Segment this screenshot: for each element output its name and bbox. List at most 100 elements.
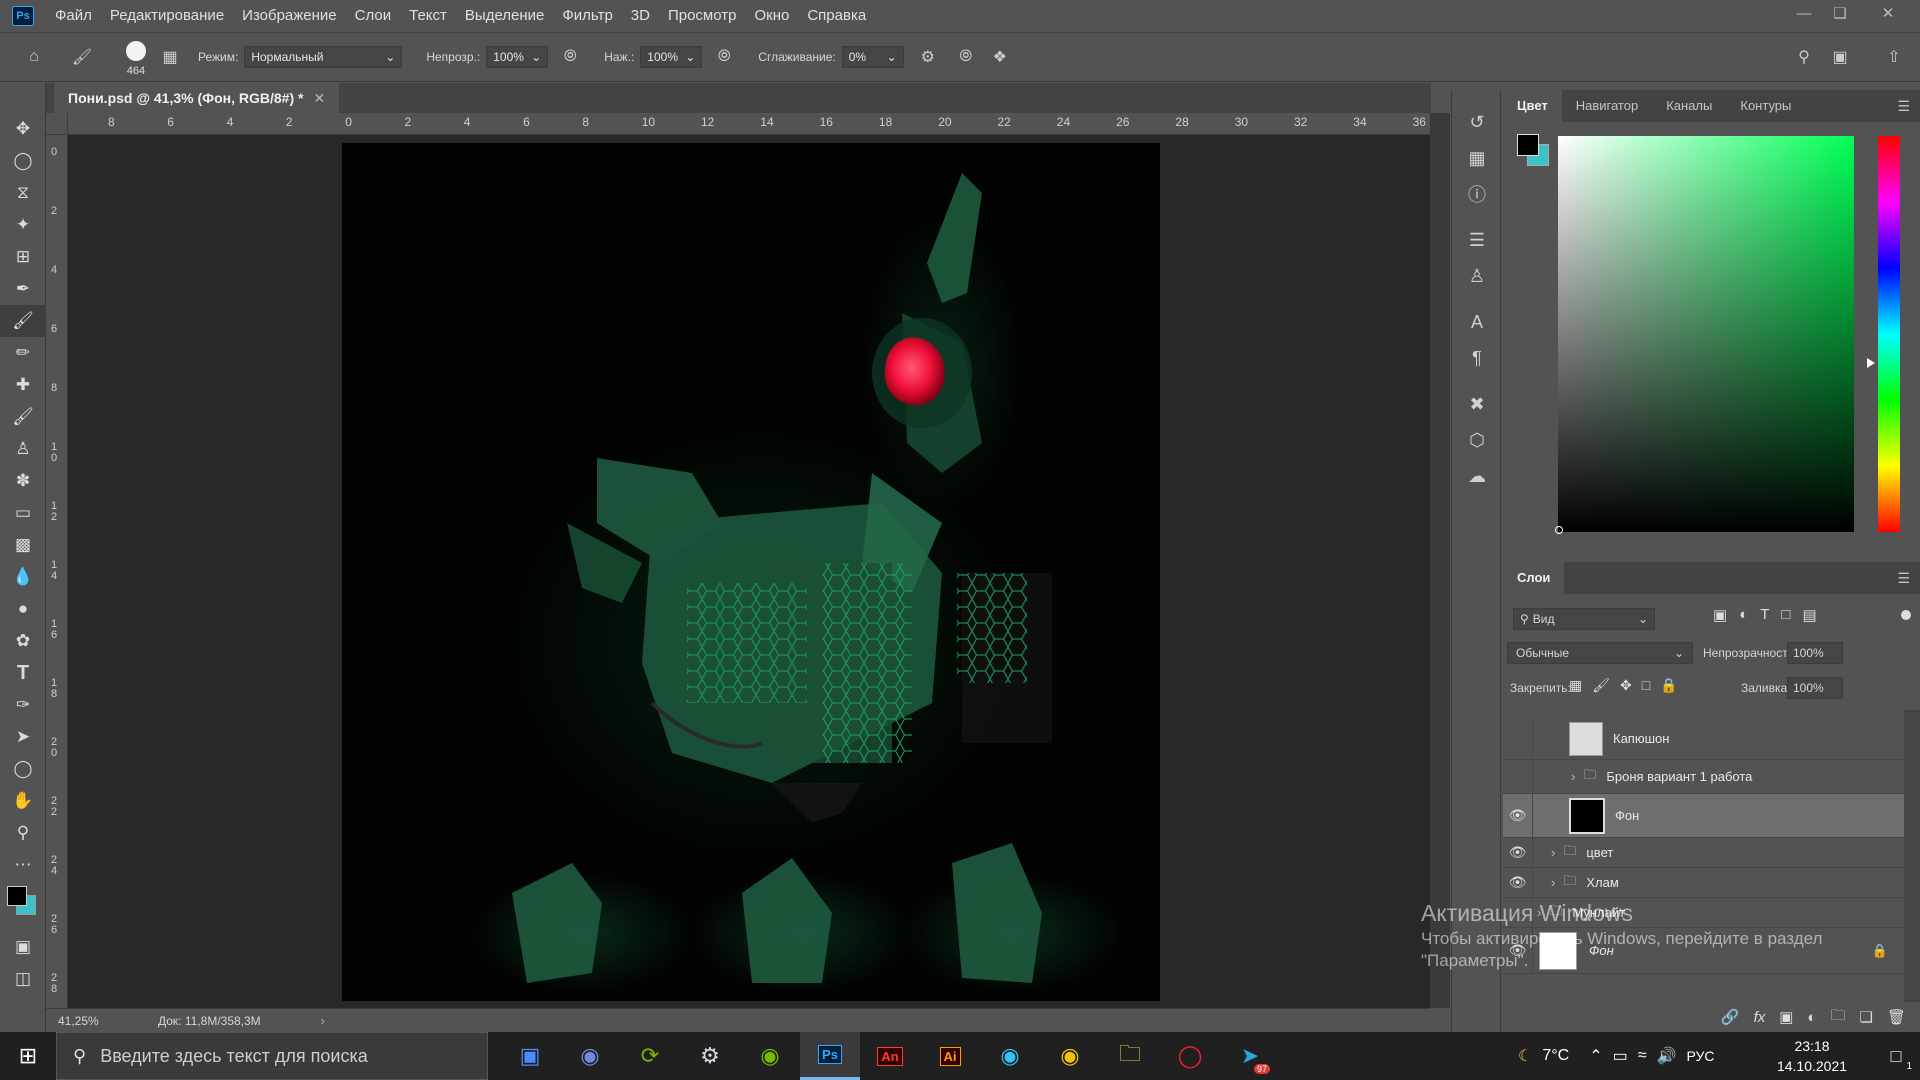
chevron-right-icon[interactable]: › bbox=[321, 1014, 325, 1028]
weather-temperature[interactable]: 7°C bbox=[1542, 1047, 1569, 1065]
menu-select[interactable]: Выделение bbox=[456, 0, 553, 32]
layer-row[interactable]: Капюшон bbox=[1503, 717, 1904, 760]
color-picker-handle[interactable] bbox=[1555, 526, 1563, 534]
layer-filter-select[interactable]: ⚲ Вид ⌄ bbox=[1513, 608, 1655, 630]
menu-layers[interactable]: Слои bbox=[346, 0, 400, 32]
file-explorer-icon[interactable]: 🗀 bbox=[1100, 1032, 1160, 1080]
brush-tool-icon[interactable]: 🖌 bbox=[0, 305, 46, 337]
pen-tool-icon[interactable]: ✑ bbox=[0, 689, 46, 721]
fx-icon[interactable]: fx bbox=[1754, 1009, 1766, 1026]
smart-object-filter-icon[interactable]: ▤ bbox=[1802, 606, 1816, 624]
eye-icon[interactable]: 👁 bbox=[1503, 867, 1533, 898]
3d-icon[interactable]: ⬡ bbox=[1452, 422, 1502, 458]
document-tab[interactable]: Пони.psd @ 41,3% (Фон, RGB/8#) * ✕ bbox=[54, 83, 340, 113]
layer-group-row[interactable]: › 🗀 Броня вариант 1 работа bbox=[1503, 759, 1904, 794]
photoshop-taskbar-icon[interactable]: Ps bbox=[800, 1032, 860, 1080]
tab-navigator[interactable]: Навигатор bbox=[1562, 90, 1652, 122]
layer-row-selected[interactable]: 👁 Фон bbox=[1503, 793, 1904, 838]
healing-brush-icon[interactable]: ✚ bbox=[0, 369, 46, 401]
canvas-scrollbar[interactable] bbox=[1430, 113, 1450, 1008]
layer-group-row[interactable]: 👁 › 🗀 Хлам bbox=[1503, 867, 1904, 898]
panel-menu-icon[interactable]: ☰ bbox=[1897, 570, 1910, 587]
fill-field[interactable]: 100% bbox=[1787, 677, 1843, 699]
layer-group-row[interactable]: 👁 › 🗀 цвет bbox=[1503, 837, 1904, 868]
menu-edit[interactable]: Редактирование bbox=[101, 0, 233, 32]
hue-slider[interactable] bbox=[1878, 136, 1900, 532]
saturation-brightness-field[interactable] bbox=[1558, 136, 1854, 532]
mixer-brush-icon[interactable]: 🖌 bbox=[0, 401, 46, 433]
battery-icon[interactable]: ▭ bbox=[1613, 1046, 1628, 1066]
weather-icon[interactable]: ☾ bbox=[1518, 1046, 1532, 1066]
libraries-icon[interactable]: ☁ bbox=[1452, 458, 1502, 494]
tab-paths[interactable]: Контуры bbox=[1726, 90, 1805, 122]
filter-toggle[interactable] bbox=[1901, 610, 1911, 620]
chevron-right-icon[interactable]: › bbox=[1551, 875, 1555, 890]
path-selection-icon[interactable]: ➤ bbox=[0, 721, 46, 753]
steam-icon[interactable]: ⚙ bbox=[680, 1032, 740, 1080]
info-icon[interactable]: ⓘ bbox=[1452, 176, 1502, 212]
move-tool-icon[interactable]: ✥ bbox=[0, 113, 46, 145]
edge-icon[interactable]: ◉ bbox=[980, 1032, 1040, 1080]
brush-preset-icon[interactable]: 🖌 bbox=[68, 43, 96, 71]
menu-filter[interactable]: Фильтр bbox=[553, 0, 621, 32]
vertical-ruler[interactable]: 0 2 4 6 8 1 0 1 2 1 4 1 6 1 8 2 0 2 2 2 4 2 6 2 8 bbox=[46, 135, 68, 1008]
more-tools-icon[interactable]: ⋯ bbox=[0, 849, 46, 881]
visibility-toggle[interactable] bbox=[1503, 759, 1533, 794]
tab-layers[interactable]: Слои bbox=[1503, 562, 1565, 594]
chrome-icon[interactable]: ◉ bbox=[1040, 1032, 1100, 1080]
lasso-tool-icon[interactable]: ⧖ bbox=[0, 177, 46, 209]
marquee-tool-icon[interactable]: ◯ bbox=[0, 145, 46, 177]
flow-field[interactable]: 100% ⌄ bbox=[640, 46, 703, 68]
discord-icon[interactable]: ◉ bbox=[560, 1032, 620, 1080]
panel-menu-icon[interactable]: ☰ bbox=[1897, 98, 1910, 115]
link-icon[interactable]: 🔗 bbox=[1721, 1008, 1740, 1026]
new-layer-icon[interactable]: ❏ bbox=[1860, 1008, 1873, 1026]
opacity-field[interactable]: 100% ⌄ bbox=[486, 46, 549, 68]
type-tool-icon[interactable]: T bbox=[0, 657, 46, 689]
minimize-icon[interactable]: — bbox=[1786, 0, 1822, 26]
new-group-icon[interactable]: 🗀 bbox=[1830, 1005, 1845, 1030]
shape-filter-icon[interactable]: □ bbox=[1781, 606, 1790, 624]
language-indicator[interactable]: РУС bbox=[1686, 1048, 1714, 1064]
tab-color[interactable]: Цвет bbox=[1503, 90, 1562, 122]
nvidia-icon[interactable]: ◉ bbox=[740, 1032, 800, 1080]
eraser-tool-icon[interactable]: ▭ bbox=[0, 497, 46, 529]
image-filter-icon[interactable]: ▣ bbox=[1713, 606, 1727, 624]
windows-start-icon[interactable]: ⊞ bbox=[0, 1032, 56, 1080]
illustrator-icon[interactable]: Ai bbox=[920, 1032, 980, 1080]
zoom-tool-icon[interactable]: ⚲ bbox=[0, 817, 46, 849]
clone-source-icon[interactable]: ♙ bbox=[1452, 258, 1502, 294]
color-swatches[interactable] bbox=[0, 881, 45, 931]
eye-icon[interactable]: 👁 bbox=[1503, 793, 1533, 838]
telegram-icon[interactable]: ➤ 97 bbox=[1220, 1032, 1280, 1080]
foreground-color-chip[interactable] bbox=[1517, 134, 1539, 156]
menu-window[interactable]: Окно bbox=[745, 0, 798, 32]
menu-file[interactable]: Файл bbox=[46, 0, 101, 32]
menu-help[interactable]: Справка bbox=[798, 0, 875, 32]
zoom-level[interactable]: 41,25% bbox=[58, 1014, 158, 1028]
notification-center[interactable]: □ 1 bbox=[1872, 1032, 1920, 1080]
menu-image[interactable]: Изображение bbox=[233, 0, 346, 32]
clock[interactable]: 23:18 14.10.2021 bbox=[1772, 1036, 1852, 1076]
lock-pixels-icon[interactable]: 🖌 bbox=[1592, 677, 1610, 694]
stamp-tool-icon[interactable]: ♙ bbox=[0, 433, 46, 465]
sponge-tool-icon[interactable]: ✿ bbox=[0, 625, 46, 657]
zoom-app-icon[interactable]: ▣ bbox=[500, 1032, 560, 1080]
chevron-up-icon[interactable]: ⌃ bbox=[1589, 1046, 1602, 1066]
restore-icon[interactable]: ❏ bbox=[1822, 0, 1858, 26]
lock-transparency-icon[interactable]: ▦ bbox=[1569, 677, 1582, 694]
close-icon[interactable]: ✕ bbox=[1870, 0, 1906, 26]
tab-channels[interactable]: Каналы bbox=[1652, 90, 1726, 122]
airbrush-icon[interactable]: ⦾ bbox=[710, 43, 738, 71]
brush-settings-panel-icon[interactable]: ☰ bbox=[1452, 222, 1502, 258]
blend-mode-select[interactable]: Обычные ⌄ bbox=[1507, 642, 1693, 664]
mask-icon[interactable]: ▣ bbox=[1779, 1008, 1793, 1026]
lock-artboard-icon[interactable]: □ bbox=[1642, 677, 1650, 694]
lock-position-icon[interactable]: ✥ bbox=[1620, 677, 1632, 694]
tool-presets-icon[interactable]: ✖ bbox=[1452, 386, 1502, 422]
horizontal-ruler[interactable]: 8 6 4 2 0 2 4 6 8 10 12 14 16 18 20 22 24 26 28 30 32 34 36 bbox=[68, 113, 1430, 135]
mode-select[interactable]: Нормальный ⌄ bbox=[244, 46, 403, 68]
adjustment-layer-icon[interactable]: ◐ bbox=[1807, 1009, 1816, 1026]
share-icon[interactable]: ⇧ bbox=[1880, 43, 1908, 71]
animate-icon[interactable]: An bbox=[860, 1032, 920, 1080]
